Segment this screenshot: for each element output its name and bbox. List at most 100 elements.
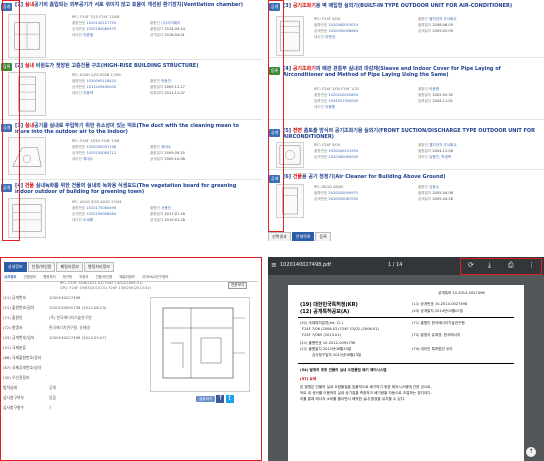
highlight-box [2,0,20,241]
share-bar: 공유하기 f t [196,395,234,403]
doc-exam-date: 심사청구일자 2012년08월23일 [312,353,362,357]
result-item[interactable]: 등록 [2] 실내 비원도가 첫방된 고층건물 구조(HIGH-RISE BUI… [0,60,262,120]
result-title[interactable]: [1] 실내공기의 흡입되는 외부공기가 서로 섞이지 않고 효율이 개선된 환… [15,2,243,8]
twitter-icon[interactable]: t [225,395,234,403]
subtab-admin[interactable]: 행정처리 [43,275,55,279]
result-title[interactable]: [4] 건물 실내녹화를 위한 건물의 실내외 녹화용 식생보드(The veg… [15,183,255,195]
detail-row: (11) 공개번호 1020140027498 [3,295,81,300]
subtab-claims[interactable]: 청구항 [63,275,72,279]
search-results-panel-left: 공개 [1] 실내공기의 흡입되는 외부공기가 서로 섞이지 않고 효율이 개선… [0,0,262,241]
doc-pub-no: (11) 공개번호 10-2014-0027498 [412,302,468,306]
highlight-box [460,258,542,275]
result-meta: IPC: F24F 1/00 F24F 1/32 출원번호 1020020052… [314,87,360,109]
doc-abstract-line: 덕트 내 센서를 이용하여 실내 공기질을 측정하고 배기량을 자동으로 조절하… [300,391,432,395]
result-meta: IPC: E04H 1/04 E04B 1/764 출원번호 102009012… [72,73,121,95]
detail-row: 법적상태 공개 [3,385,56,390]
tab-selected-results[interactable]: 선택결과 [268,232,291,241]
doc-cl1: F24F 7/06 (2006.01) F24F 13/02 (2006.01) [302,327,379,331]
doc-divider [298,363,514,364]
doc-cl2: F24F 7/065 (2013.01) [302,333,342,337]
result-tabs: 선택결과 전체목록 등록 [268,232,332,241]
result-meta-right: 출원인 엘지전자 주식회사 출원일자 2004.12.06 대리인 김용인, 박… [418,143,457,159]
pdf-page: 공개특허 10-2014-0027498 (19) 대한민국특허청(KR) (1… [288,285,524,461]
result-meta-right: 출원인 (주)이지에이 출원일자 2014.09.24 공개일자 2016.04… [150,21,185,37]
subtab-countries[interactable]: 지정국 [79,275,88,279]
doc-abstract-head: (57) 요약 [300,377,317,381]
detail-row: (43) 공개번호/일자 1020140027498 (2014.03.07) [3,335,107,340]
subtab-citations[interactable]: 인용/피인용 [96,275,113,279]
detail-row: 심사청구여부 있음 [3,395,56,400]
representative-drawing[interactable] [150,297,250,392]
result-meta-right: 출원인 최대수 출원일자 2009.09.25 공개일자 2009.10.08 [150,145,185,161]
tab-family[interactable]: 패밀리정보 [56,262,83,272]
result-meta-right: 출원인 엘지전자 주식회사 출원일자 2008.06.05 공개일자 2009.… [418,17,457,33]
detail-row: (72) 발명자 한국에너지연구원, 유재영 [3,325,90,330]
result-meta: IPC: F24F 5/00 출원번호 1020040101950 공개번호 1… [314,143,359,159]
tab-registered[interactable]: 등록 [315,232,331,241]
result-meta: IPC: A01G 9/02 A01G 27/04 출원번호 102017008… [72,200,122,222]
doc-kind: (12) 공개특허공보(A) [300,309,350,315]
result-meta: IPC: F24F 5/00 출원번호 1020080053019 공개번호 1… [314,17,359,39]
detail-row: 심사청구항수 7 [3,405,52,410]
result-title[interactable]: [4] 공기조화기의 배관 관통부 실내외 마감재(Sleeve and Ind… [283,66,539,78]
highlight-box [268,0,284,232]
detail-row: (86) 국제출원번호/일자 [3,355,42,360]
detail-row: (30) 우선권정보 [3,375,30,380]
doc-pub-date: (43) 공개일자 2014년03월07일 [412,309,464,313]
share-button[interactable]: 공유하기 [196,396,216,402]
result-meta-right: 출원인 서용진 출원일자 2017.07.18 공개일자 2019.01.28 [150,206,185,222]
subtab-family[interactable]: 패밀리정보 [119,275,135,279]
detail-row: (21) 출원번호/일자 1020120091736 (2012.08.23) [3,305,107,310]
doc-agent: (74) 대리인 특허법인 우리 [412,347,453,351]
result-title[interactable]: [3] 실내공기를 실내로 주입하기 위한 유소성이 있는 덕트(The duc… [15,123,255,135]
doc-abstract-line: 본 발명은 건물의 실내 오염물질을 효율적으로 배기하기 위한 제어시스템에 … [300,385,432,389]
result-title[interactable]: [6] 건물용 공기 청정기(Air Cleaner for Building … [283,174,446,180]
tab-citation[interactable]: 인용/피인용 [27,262,56,272]
result-item[interactable]: 등록 [4] 공기조화기의 배관 관통부 실내외 마감재(Sleeve and … [268,58,544,120]
doc-divider [298,317,514,318]
patent-detail-panel: 상세정보 인용/피인용 패밀리정보 행정처리정보 서지정보 인명정보 행정처리 청구항… [0,257,262,461]
tab-all-results[interactable]: 전체목록 [291,232,315,241]
doc-app-no: (21) 출원번호 10-2012-0091736 [300,341,356,345]
doc-app-date: (22) 출원일자 2012년08월23일 [300,347,352,351]
facebook-icon[interactable]: f [216,395,225,403]
result-meta: IPC: F24F 13/02 F24F 7/06 출원번호 102009009… [72,139,120,161]
view-full-button[interactable]: 전문보기 [228,282,248,289]
doc-applicant: (71) 출원인 한국에너지기술연구원 [412,321,465,325]
doc-abstract-line: 이를 통해 에너지 소비를 줄이면서 쾌적한 실내 환경을 유지할 수 있다. [300,397,406,401]
result-meta-right: 출원인 박동진 출원일자 2009.12.17 등록일자 2011.11.07 [150,79,185,95]
tab-detail[interactable]: 상세정보 [4,262,27,272]
result-title[interactable]: [2] 실내 비원도가 첫방된 고층건물 구조(HIGH-RISE BUILDI… [15,63,199,69]
scroll-top-icon[interactable]: ↑ [526,447,536,457]
pdf-file-name: 1020140027498.pdf [280,262,332,268]
menu-icon[interactable]: ≡ [271,261,277,269]
ipc-cpc-info: IPC: F24F 7/06(2011.01) F24F 13/02(2006.… [60,281,151,290]
pdf-document-area[interactable]: 공개특허 10-2014-0027498 (19) 대한민국특허청(KR) (1… [268,275,544,461]
result-meta-right: 출원인 김동수 출원일자 2005.04.08 공개일자 2005.04.26 [418,185,453,201]
doc-inventor: (72) 발명자 유재영, 한국에너지 [412,333,461,337]
result-meta: IPC: B01D 46/00 출원번호 2020050009975 공개번호 … [314,185,359,201]
detail-row: (51) 국제분류 [3,345,26,350]
result-item[interactable]: 공개 [3] 실내공기를 실내로 주입하기 위한 유소성이 있는 덕트(The … [0,120,262,180]
result-item[interactable]: 공개 [3] 공기조화기용 벽 매입형 실외기(BUILT-IN TYPE OU… [268,0,544,58]
result-item[interactable]: 공개 [5] 전면 흡토출 방식의 공기조화기용 실외기(FRONT SUCTI… [268,120,544,170]
pdf-viewer-panel: ≡ 1020140027498.pdf 1 / 14 ⟳ ⤓ ⎙ ⋮ 공개특허 … [268,257,544,461]
doc-country: (19) 대한민국특허청(KR) [300,302,358,308]
subtab-rnd[interactable]: 국가R&D연구정보 [142,275,168,279]
doc-header: 공개특허 10-2014-0027498 [438,291,485,295]
result-meta-right: 출원인 이종원 출원일자 2002.09.30 등록일자 2004.11.01 [418,87,453,103]
result-item[interactable]: 공개 [6] 건물용 공기 청정기(Air Cleaner for Buildi… [268,170,544,232]
subtab-bibliographic[interactable]: 서지정보 [4,275,16,279]
result-item[interactable]: 공개 [1] 실내공기의 흡입되는 외부공기가 서로 섞이지 않고 효율이 개선… [0,0,262,60]
result-meta: IPC: F24F 7/10 F24F 13/08 출원번호 102014012… [72,15,120,37]
page-indicator[interactable]: 1 / 14 [388,262,402,268]
result-title[interactable]: [5] 전면 흡토출 방식의 공기조화기용 실외기(FRONT SUCTION/… [283,128,539,140]
result-title[interactable]: [3] 공기조화기용 벽 매입형 실외기(BUILT-IN TYPE OUTDO… [283,3,539,9]
search-results-panel-right: 공개 [3] 공기조화기용 벽 매입형 실외기(BUILT-IN TYPE OU… [268,0,544,241]
detail-tabs: 상세정보 인용/피인용 패밀리정보 행정처리정보 [4,262,115,272]
detail-row: (71) 출원인 (주) 한국에너지기술연구원 [3,315,92,320]
tab-admin[interactable]: 행정처리정보 [83,262,114,272]
result-item[interactable]: 공개 [4] 건물 실내녹화를 위한 건물의 실내외 녹화용 식생보드(The … [0,180,262,241]
subtab-persons[interactable]: 인명정보 [24,275,36,279]
detail-row: (87) 국제공개번호/일자 [3,365,42,370]
